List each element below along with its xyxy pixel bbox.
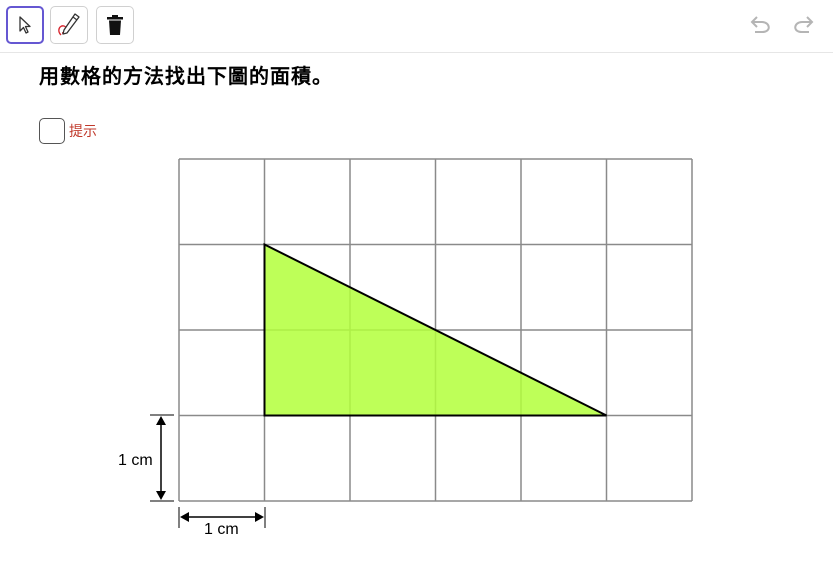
graph-figure: 1 cm 1 cm — [118, 158, 693, 538]
horizontal-dimension-label: 1 cm — [204, 521, 239, 538]
vertical-dimension-label: 1 cm — [118, 452, 153, 469]
dimension-markers — [150, 414, 266, 528]
